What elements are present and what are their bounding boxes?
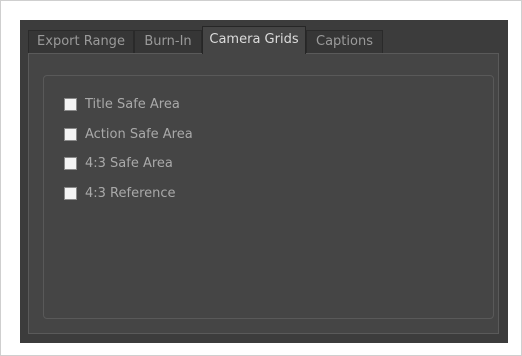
four-three-safe-area-checkbox[interactable] [64,156,77,170]
tab-bar: Export Range Burn-In Camera Grids Captio… [28,26,498,54]
action-safe-area-option[interactable]: Action Safe Area [64,125,193,143]
export-settings-panel: Export Range Burn-In Camera Grids Captio… [20,20,508,343]
four-three-reference-option[interactable]: 4:3 Reference [64,184,176,202]
action-safe-area-label: Action Safe Area [85,126,193,142]
tab-export-range[interactable]: Export Range [28,30,134,53]
four-three-safe-area-label: 4:3 Safe Area [85,155,173,171]
four-three-reference-checkbox[interactable] [64,186,77,200]
title-safe-area-checkbox[interactable] [64,97,77,111]
screenshot-frame: Export Range Burn-In Camera Grids Captio… [0,0,522,356]
four-three-safe-area-option[interactable]: 4:3 Safe Area [64,154,173,172]
camera-grids-group: Title Safe Area Action Safe Area 4:3 Saf… [43,75,494,319]
four-three-reference-label: 4:3 Reference [85,185,176,201]
camera-grids-tab-content: Title Safe Area Action Safe Area 4:3 Saf… [28,53,499,334]
title-safe-area-option[interactable]: Title Safe Area [64,95,180,113]
tab-camera-grids[interactable]: Camera Grids [202,26,306,54]
title-safe-area-label: Title Safe Area [85,96,180,112]
tab-burn-in[interactable]: Burn-In [134,30,202,53]
tab-captions[interactable]: Captions [306,30,383,53]
action-safe-area-checkbox[interactable] [64,127,77,141]
